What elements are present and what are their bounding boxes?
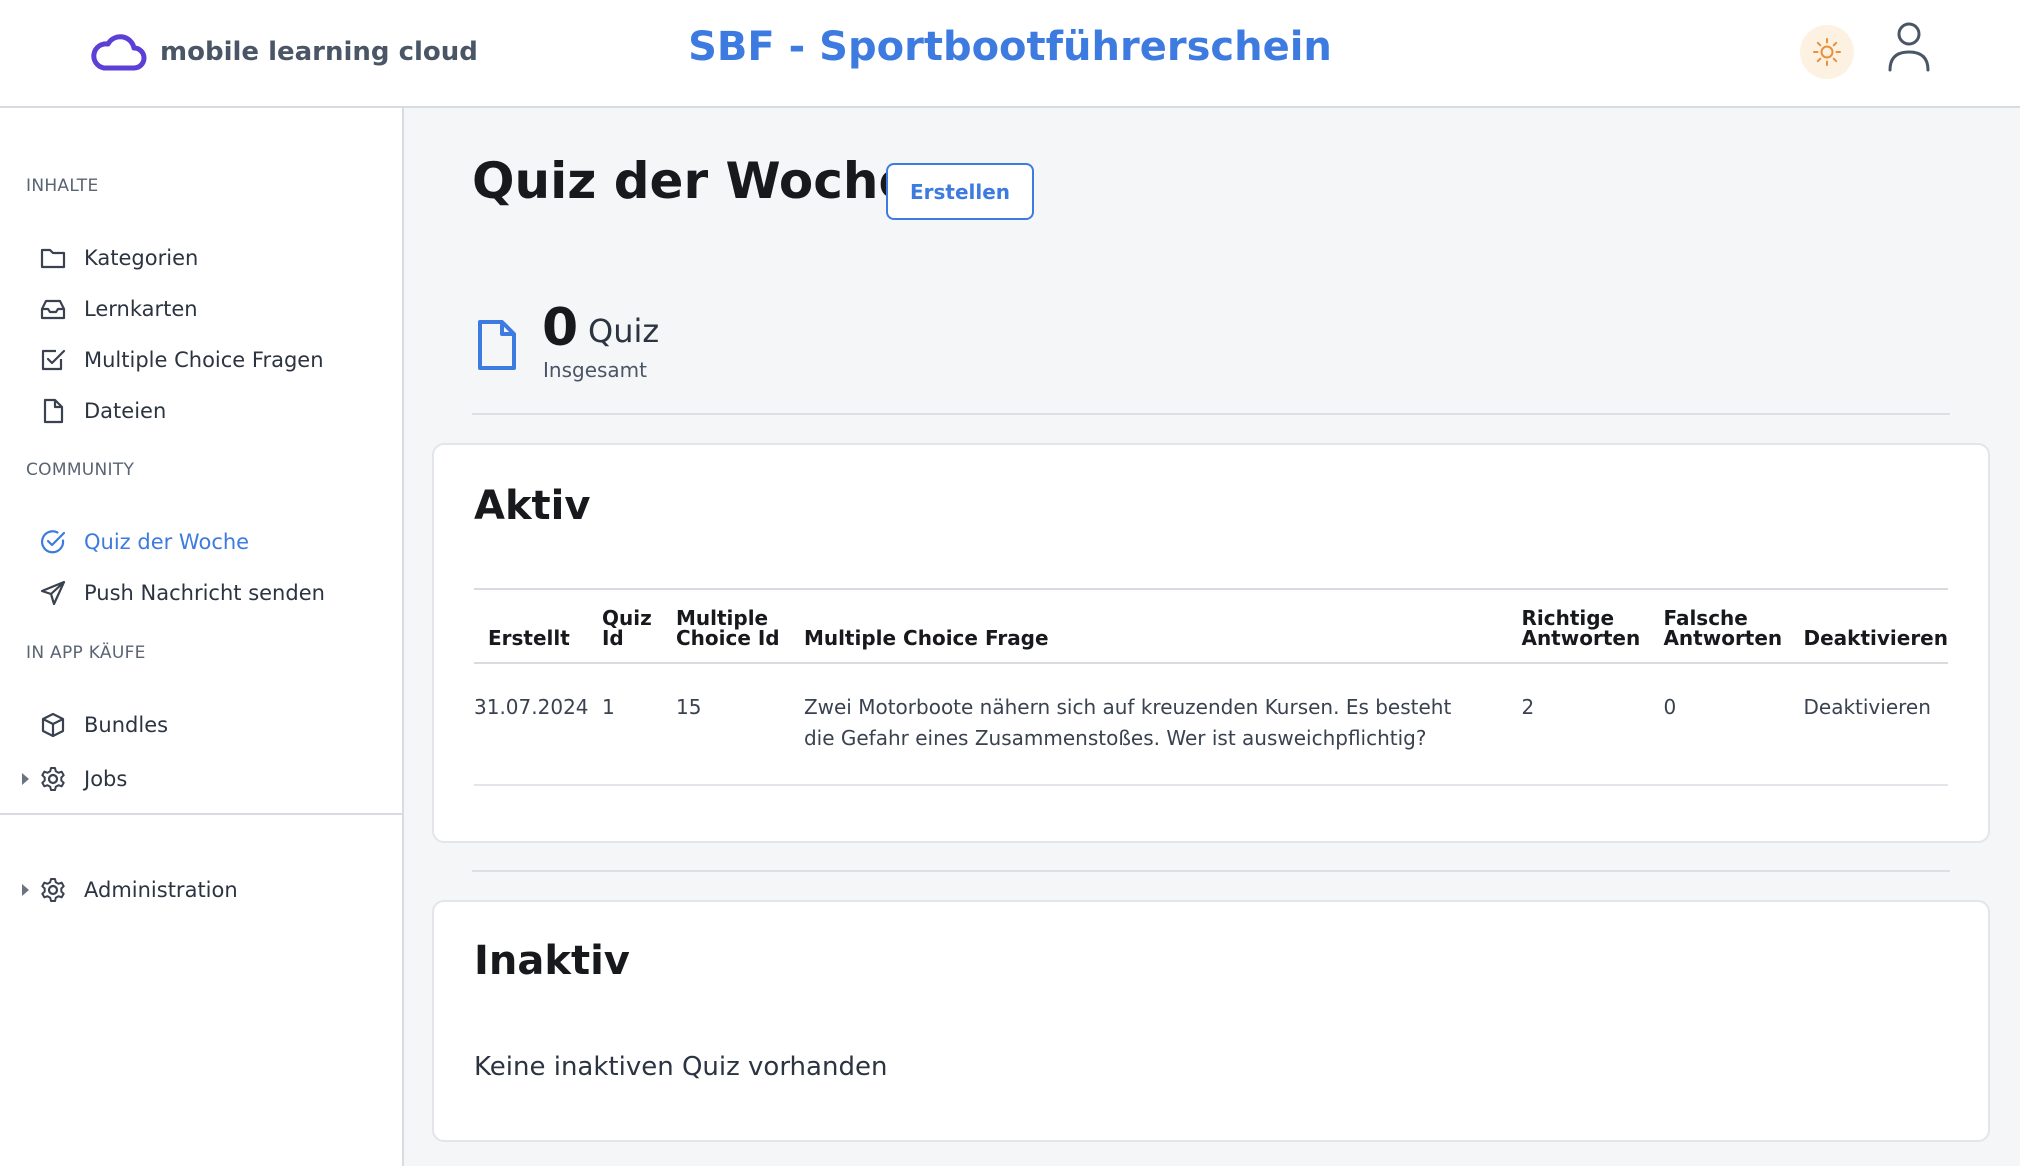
user-menu-button[interactable]: [1884, 20, 1934, 74]
inactive-section-title: Inaktiv: [474, 938, 630, 984]
inactive-quiz-card: Inaktiv Keine inaktiven Quiz vorhanden: [432, 900, 1990, 1142]
checkbox-icon: [38, 345, 68, 375]
sidebar-item-label: Quiz der Woche: [84, 530, 250, 554]
check-circle-icon: [38, 527, 68, 557]
document-icon: [478, 320, 516, 370]
column-header-quiz-id: Quiz Id: [601, 606, 652, 650]
cell-question: Zwei Motorboote nähern sich auf kreuzend…: [803, 695, 1452, 750]
app-header: mobile learning cloud SBF - Sportbootfüh…: [0, 0, 2020, 108]
table-row: 31.07.2024 1 15 Zwei Motorboote nähern s…: [474, 663, 1948, 785]
sidebar-item-bundles[interactable]: Bundles: [38, 705, 168, 745]
sidebar-item-label: Dateien: [84, 399, 167, 423]
send-icon: [38, 578, 68, 608]
active-quiz-table: Erstellt Quiz Id Multiple Choice Id Mult…: [474, 588, 1948, 786]
sidebar-item-label: Push Nachricht senden: [84, 581, 325, 605]
create-button[interactable]: Erstellen: [886, 163, 1034, 220]
page-title: Quiz der Woche: [472, 152, 913, 210]
cell-quiz-id: 1: [601, 695, 615, 719]
empty-state-message: Keine inaktiven Quiz vorhanden: [474, 1052, 888, 1082]
sidebar-item-multiple-choice[interactable]: Multiple Choice Fragen: [38, 340, 324, 380]
column-header-falsche: Falsche Antworten: [1663, 606, 1783, 650]
cell-mc-id-link[interactable]: 15: [676, 663, 804, 785]
cell-correct: 2: [1521, 695, 1535, 719]
active-quiz-card: Aktiv Erstellt Quiz Id Multiple Choice I…: [432, 443, 1990, 843]
file-icon: [38, 396, 68, 426]
user-icon: [1888, 22, 1930, 72]
column-header-richtige: Richtige Antworten: [1521, 606, 1641, 650]
gear-icon: [38, 764, 68, 794]
sidebar-item-lernkarten[interactable]: Lernkarten: [38, 289, 198, 329]
sidebar-item-quiz-der-woche[interactable]: Quiz der Woche: [38, 522, 249, 562]
sun-icon: [1813, 38, 1841, 66]
sidebar-section-community: COMMUNITY: [26, 460, 135, 480]
active-section-title: Aktiv: [474, 483, 591, 529]
sidebar-item-label: Lernkarten: [84, 297, 198, 321]
cell-created: 31.07.2024: [474, 695, 589, 719]
quiz-count-unit: Quiz: [588, 312, 660, 350]
table-header-row: Erstellt Quiz Id Multiple Choice Id Mult…: [474, 589, 1948, 663]
column-header-mc-frage: Multiple Choice Frage: [803, 626, 1049, 650]
sidebar-section-in-app-kaeufe: IN APP KÄUFE: [26, 643, 146, 663]
inbox-icon: [38, 294, 68, 324]
sidebar-divider: [0, 813, 402, 815]
quiz-count: 0: [542, 298, 579, 358]
sidebar-item-jobs[interactable]: Jobs: [22, 759, 128, 799]
caret-right-icon: [22, 884, 29, 896]
column-header-mc-id: Multiple Choice Id: [675, 606, 780, 650]
sidebar-item-administration[interactable]: Administration: [22, 870, 238, 910]
sidebar-item-label: Kategorien: [84, 246, 199, 270]
theme-toggle-button[interactable]: [1800, 25, 1854, 79]
sidebar-item-push-nachricht[interactable]: Push Nachricht senden: [38, 573, 325, 613]
cube-icon: [38, 710, 68, 740]
divider: [472, 870, 1950, 872]
deactivate-link[interactable]: Deaktivieren: [1803, 663, 1948, 785]
sidebar-item-label: Jobs: [84, 767, 128, 791]
folder-icon: [38, 243, 68, 273]
caret-right-icon: [22, 773, 29, 785]
quiz-count-caption: Insgesamt: [543, 358, 647, 382]
sidebar-item-dateien[interactable]: Dateien: [38, 391, 166, 431]
sidebar: INHALTE Kategorien Lernkarten Multiple C…: [0, 108, 404, 1166]
sidebar-item-label: Multiple Choice Fragen: [84, 348, 324, 372]
column-header-erstellt: Erstellt: [488, 626, 570, 650]
divider: [472, 413, 1950, 415]
sidebar-item-label: Administration: [84, 878, 238, 902]
gear-icon: [38, 875, 68, 905]
sidebar-item-kategorien[interactable]: Kategorien: [38, 238, 198, 278]
sidebar-item-label: Bundles: [84, 713, 169, 737]
app-title: SBF - Sportbootführerschein: [688, 24, 1332, 70]
sidebar-section-inhalte: INHALTE: [26, 176, 99, 196]
column-header-deaktivieren: Deaktivieren: [1803, 626, 1948, 650]
cell-wrong: 0: [1663, 695, 1677, 719]
